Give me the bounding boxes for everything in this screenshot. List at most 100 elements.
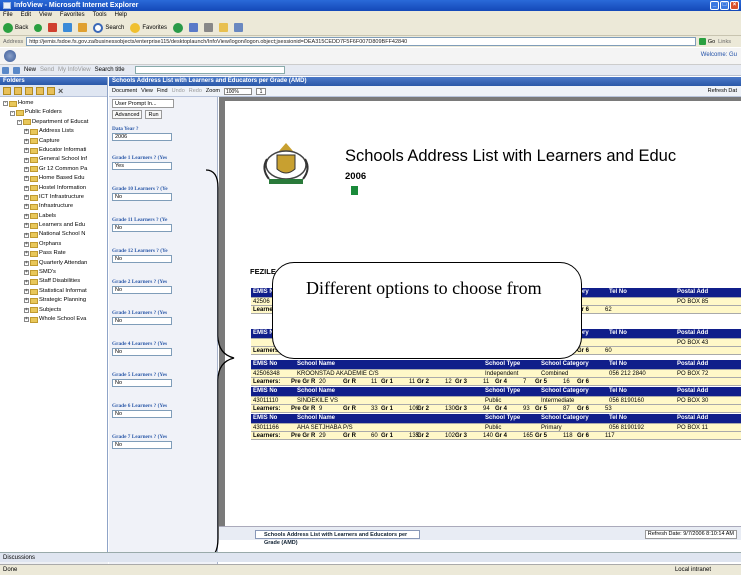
user-prompt-dropdown[interactable]: User Prompt In... — [112, 99, 174, 108]
expand-icon[interactable]: + — [24, 260, 29, 266]
folder-icon[interactable] — [219, 23, 229, 32]
maximize-button[interactable]: □ — [720, 1, 729, 10]
folder-tree-item[interactable]: + Statistical Informat — [0, 287, 107, 296]
expand-icon[interactable]: + — [24, 166, 29, 172]
search-button[interactable]: Search — [93, 22, 124, 33]
folder-tree-item[interactable]: + Labels — [0, 212, 107, 221]
collapse-icon[interactable]: - — [17, 119, 22, 125]
list-view-icon[interactable] — [13, 66, 20, 74]
folder-tree-item[interactable]: - Home — [0, 99, 107, 108]
folder-tree-item[interactable]: + ICT Infrastructure — [0, 193, 107, 202]
send-menu[interactable]: Send — [40, 67, 54, 73]
folder-tree-item[interactable]: + Capture — [0, 137, 107, 146]
close-button[interactable]: × — [730, 1, 739, 10]
menu-help[interactable]: Help — [115, 11, 127, 20]
prompt-input[interactable]: Yes — [112, 162, 172, 170]
my-infoview-link[interactable]: My InfoView — [58, 67, 91, 73]
print-icon[interactable] — [204, 23, 214, 32]
expand-icon[interactable]: + — [24, 298, 29, 304]
favorites-button[interactable]: Favorites — [130, 22, 167, 33]
folder-tree-item[interactable]: + Learners and Edu — [0, 221, 107, 230]
home-view-icon[interactable] — [2, 66, 9, 74]
folder-tree-item[interactable]: + National School N — [0, 230, 107, 239]
redo-button[interactable]: Redo — [189, 88, 202, 94]
prompt-input[interactable]: No — [112, 255, 172, 263]
folder-icon[interactable] — [3, 86, 11, 95]
prompt-input[interactable]: No — [112, 379, 172, 387]
prompt-input[interactable]: No — [112, 441, 172, 449]
folder-tree-item[interactable]: + General School Inf — [0, 155, 107, 164]
report-tab[interactable]: Schools Address List with Learners and E… — [255, 530, 420, 546]
folder-tree-item[interactable]: + Quarterly Attendan — [0, 259, 107, 268]
messenger-icon[interactable] — [234, 23, 244, 32]
search-title-dropdown[interactable]: Search title — [95, 67, 125, 73]
folder-tree-item[interactable]: - Public Folders — [0, 108, 107, 117]
folder-tree-item[interactable]: + Home Based Edu — [0, 174, 107, 183]
inbox-icon[interactable] — [25, 86, 33, 95]
refresh-data-button[interactable]: Refresh Dat — [708, 88, 737, 94]
folder-tree-item[interactable]: + Gr 12 Common Pa — [0, 165, 107, 174]
menu-file[interactable]: File — [3, 11, 13, 20]
menu-favorites[interactable]: Favorites — [60, 11, 85, 20]
menu-view[interactable]: View — [39, 11, 52, 20]
minimize-button[interactable]: _ — [710, 1, 719, 10]
expand-icon[interactable]: + — [24, 223, 29, 229]
expand-icon[interactable]: + — [24, 232, 29, 238]
find-button[interactable]: Find — [157, 88, 168, 94]
links-label[interactable]: Links — [718, 39, 731, 45]
prompt-input[interactable]: No — [112, 317, 172, 325]
expand-icon[interactable]: + — [24, 185, 29, 191]
new-menu[interactable]: New — [24, 67, 36, 73]
folder-tree-item[interactable]: + SMD's — [0, 268, 107, 277]
prompt-input[interactable]: No — [112, 286, 172, 294]
search-input[interactable] — [134, 66, 285, 74]
expand-icon[interactable]: + — [24, 242, 29, 248]
folder-tree-item[interactable]: + Strategic Planning — [0, 296, 107, 305]
menu-edit[interactable]: Edit — [21, 11, 31, 20]
expand-icon[interactable]: + — [24, 195, 29, 201]
prompt-input[interactable]: No — [112, 224, 172, 232]
back-button[interactable]: Back — [3, 22, 28, 33]
prompt-input[interactable]: No — [112, 348, 172, 356]
folder-tree-item[interactable]: + Infrastructure — [0, 202, 107, 211]
collapse-icon[interactable]: - — [10, 110, 15, 116]
prompt-input[interactable]: No — [112, 410, 172, 418]
expand-icon[interactable]: + — [24, 213, 29, 219]
stop-icon[interactable] — [48, 23, 58, 32]
new-folder-icon[interactable] — [47, 86, 55, 95]
folder-tree-item[interactable]: + Subjects — [0, 306, 107, 315]
go-button[interactable]: Go — [698, 38, 715, 45]
expand-icon[interactable]: + — [24, 176, 29, 182]
expand-icon[interactable]: + — [24, 129, 29, 135]
expand-icon[interactable]: + — [24, 251, 29, 257]
expand-icon[interactable]: + — [24, 270, 29, 276]
folder-tree-item[interactable]: + Whole School Eva — [0, 315, 107, 324]
zoom-field[interactable]: 100% — [223, 87, 252, 95]
expand-icon[interactable]: + — [24, 317, 29, 323]
expand-icon[interactable]: + — [24, 157, 29, 163]
page-number-field[interactable]: 1 — [255, 87, 266, 95]
folder-tree-item[interactable]: - Department of Educat — [0, 118, 107, 127]
collapse-icon[interactable]: - — [3, 101, 8, 107]
address-input[interactable]: http://jemis.fsdoe.fs.gov.za/businessobj… — [26, 37, 696, 46]
folder-tree-item[interactable]: + Orphans — [0, 240, 107, 249]
prompt-input[interactable]: No — [112, 193, 172, 201]
folder-tree-item[interactable]: + Hostel Information — [0, 184, 107, 193]
expand-icon[interactable]: + — [24, 148, 29, 154]
forward-arrow-icon[interactable] — [34, 23, 43, 32]
undo-button[interactable]: Undo — [172, 88, 185, 94]
refresh-icon[interactable] — [63, 23, 73, 32]
menu-tools[interactable]: Tools — [93, 11, 107, 20]
delete-icon[interactable]: × — [58, 86, 63, 96]
discussions-bar[interactable]: Discussions — [0, 552, 741, 562]
run-button[interactable]: Run — [145, 110, 162, 119]
expand-icon[interactable]: + — [24, 289, 29, 294]
folder-tree-item[interactable]: + Staff Disabilities — [0, 277, 107, 286]
expand-icon[interactable]: + — [24, 307, 29, 313]
favorites-folder-icon[interactable] — [14, 86, 22, 95]
expand-icon[interactable]: + — [24, 138, 29, 144]
view-menu[interactable]: View — [141, 88, 153, 94]
expand-icon[interactable]: + — [24, 204, 29, 210]
categories-icon[interactable] — [36, 86, 44, 95]
document-menu[interactable]: Document — [112, 88, 137, 94]
